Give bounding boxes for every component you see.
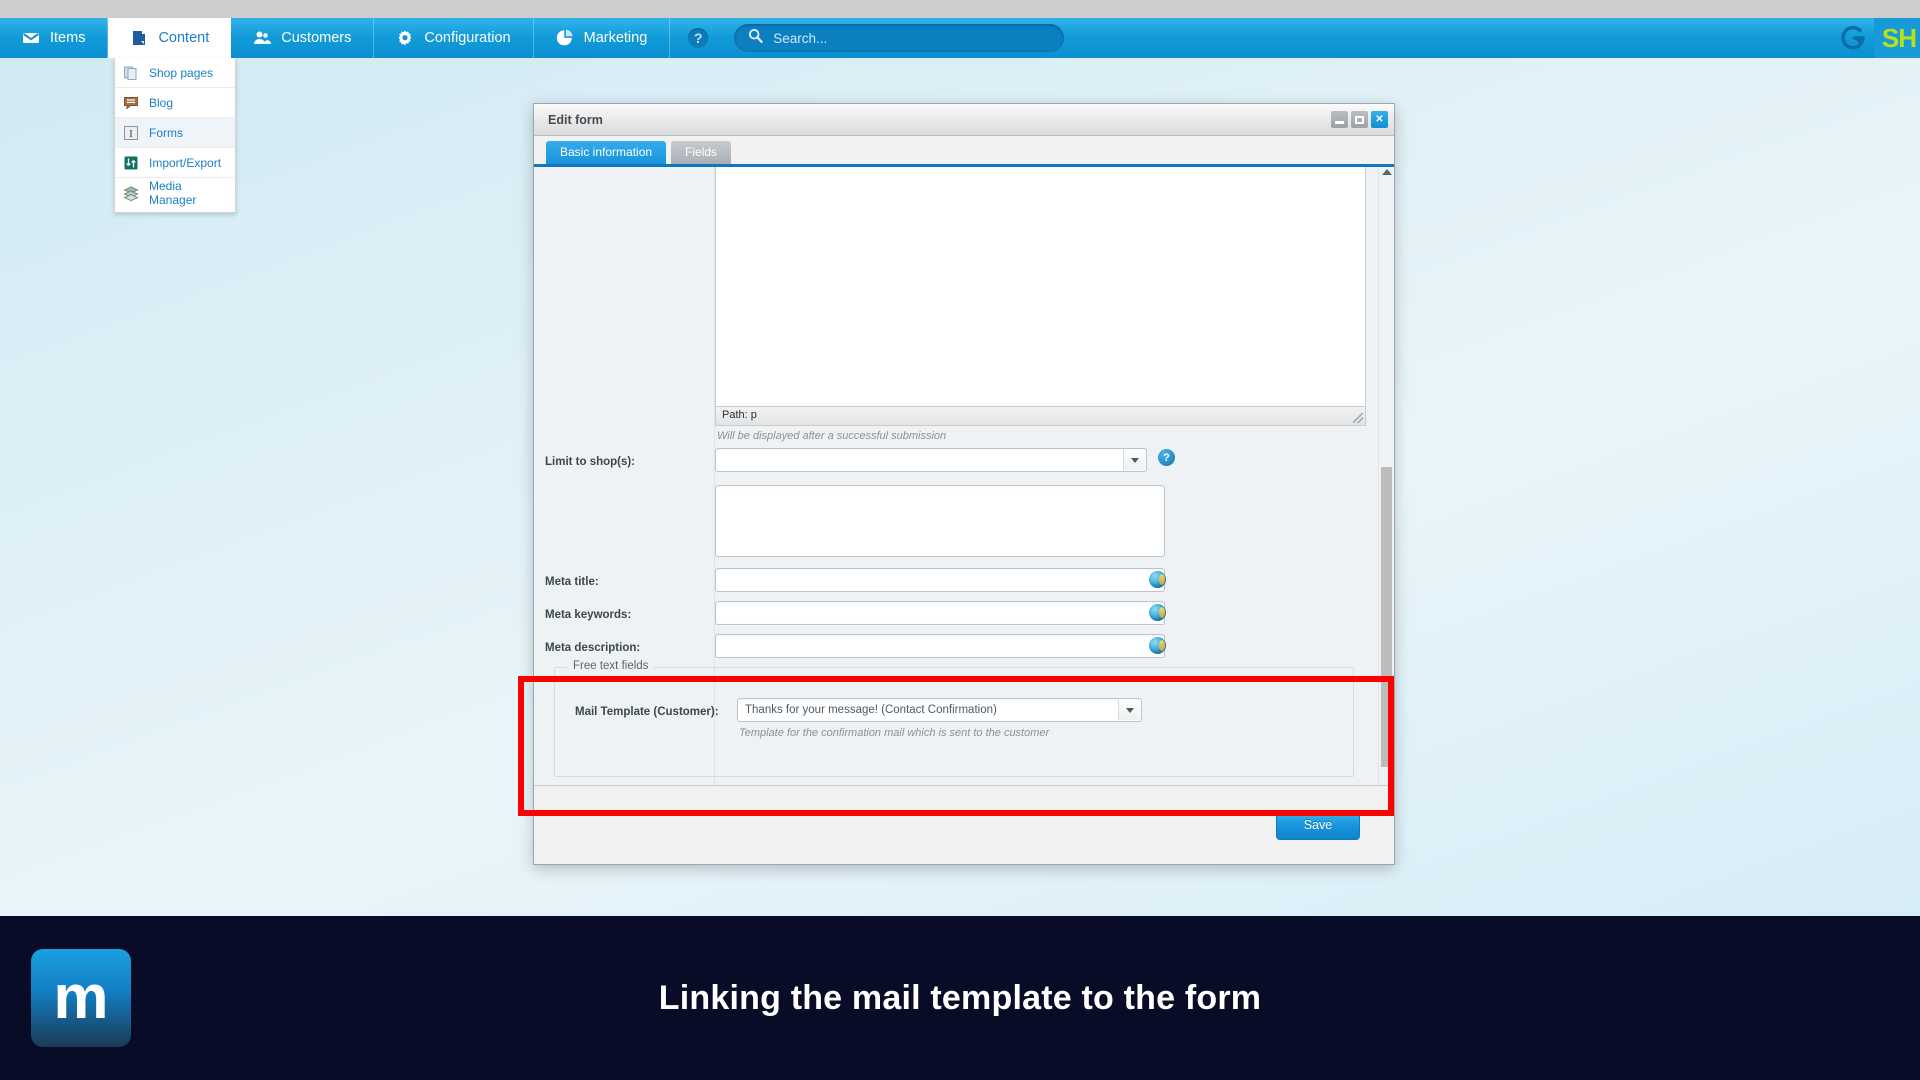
nav-item-marketing[interactable]: Marketing: [534, 18, 671, 58]
meta-description-field[interactable]: [715, 634, 1165, 658]
label-meta-description: Meta description:: [545, 642, 641, 654]
content-dropdown-menu: Shop pages Blog I Forms Import/Export Me…: [114, 58, 236, 213]
label-meta-title: Meta title:: [545, 576, 599, 588]
chevron-down-icon[interactable]: [1118, 700, 1140, 720]
dialog-title: Edit form: [548, 112, 603, 127]
menu-item-import-export[interactable]: Import/Export: [115, 148, 235, 178]
free-text-fields-fieldset: Free text fields Mail Template (Customer…: [554, 660, 1354, 777]
gear-icon: [396, 29, 414, 47]
menu-item-label: Shop pages: [149, 65, 214, 80]
svg-text:I: I: [129, 128, 133, 140]
globe-icon[interactable]: [1149, 637, 1166, 654]
menu-item-label: Forms: [149, 125, 183, 140]
editor-status-bar: Path: p: [715, 407, 1366, 426]
close-icon[interactable]: ✕: [1371, 111, 1388, 128]
help-button[interactable]: ?: [670, 18, 726, 58]
nav-item-label: Items: [50, 30, 86, 46]
nav-item-content[interactable]: Content: [108, 18, 232, 58]
search-icon: [748, 28, 763, 48]
dialog-body: Path: p Will be displayed after a succes…: [534, 167, 1394, 786]
window-chrome-strip: [0, 0, 1920, 18]
application-screen: Items Content Customers Configuration Ma: [0, 0, 1920, 916]
search-placeholder: Search...: [773, 30, 828, 46]
label-mail-template-customer: Mail Template (Customer):: [575, 706, 719, 718]
meta-title-field[interactable]: [715, 568, 1165, 592]
pages-icon: [123, 65, 139, 81]
meta-keywords-field[interactable]: [715, 601, 1165, 625]
window-controls: ✕: [1331, 111, 1388, 128]
bottom-banner: m Linking the mail template to the form: [0, 916, 1920, 1080]
mail-template-customer-select[interactable]: Thanks for your message! (Contact Confir…: [737, 698, 1142, 722]
document-icon: [130, 29, 148, 47]
nav-item-label: Marketing: [583, 30, 648, 46]
tab-basic-information[interactable]: Basic information: [546, 141, 667, 164]
globe-icon[interactable]: [1149, 604, 1166, 621]
rich-text-editor[interactable]: [715, 167, 1366, 407]
nav-item-label: Configuration: [424, 30, 511, 46]
mail-template-customer-value: Thanks for your message! (Contact Confir…: [745, 704, 997, 716]
layers-icon: [123, 185, 139, 202]
menu-item-forms[interactable]: I Forms: [115, 118, 235, 148]
inbox-icon: [22, 29, 40, 47]
transfer-icon: [123, 155, 139, 171]
menu-item-blog[interactable]: Blog: [115, 88, 235, 118]
scroll-up-arrow-icon[interactable]: [1382, 169, 1392, 175]
nav-item-label: Customers: [281, 30, 352, 46]
banner-caption: Linking the mail template to the form: [658, 978, 1262, 1017]
dialog-scrollbar[interactable]: [1378, 167, 1394, 785]
limit-to-shops-help-icon[interactable]: ?: [1158, 449, 1175, 466]
resize-grip-icon[interactable]: [1353, 413, 1363, 423]
menu-item-label: Import/Export: [149, 155, 222, 170]
save-button[interactable]: Save: [1276, 810, 1360, 840]
speech-bubble-icon: [123, 95, 139, 111]
top-navigation-bar: Items Content Customers Configuration Ma: [0, 18, 1920, 58]
mail-template-hint: Template for the confirmation mail which…: [739, 727, 1050, 739]
editor-path-label: Path: p: [722, 409, 757, 421]
scrollbar-thumb[interactable]: [1381, 467, 1392, 767]
shops-listbox[interactable]: [715, 485, 1165, 557]
nav-item-customers[interactable]: Customers: [231, 18, 375, 58]
search-input[interactable]: Search...: [734, 24, 1065, 52]
globe-icon[interactable]: [1149, 571, 1166, 588]
nav-item-label: Content: [158, 30, 210, 46]
label-limit-to-shops: Limit to shop(s):: [545, 456, 636, 468]
dialog-tab-bar: Basic information Fields: [534, 136, 1394, 164]
edit-form-dialog: Edit form ✕ Basic information Fields Pat…: [533, 103, 1395, 865]
menu-item-label: Media Manager: [149, 179, 197, 207]
chevron-down-icon[interactable]: [1123, 450, 1145, 470]
nav-right-group: SH: [1832, 18, 1920, 58]
tab-fields[interactable]: Fields: [671, 141, 732, 164]
minimize-icon[interactable]: [1331, 111, 1348, 128]
menu-item-label: Blog: [149, 95, 174, 110]
nav-item-items[interactable]: Items: [0, 18, 109, 58]
menu-item-media-manager[interactable]: Media Manager: [115, 178, 235, 208]
maximize-icon[interactable]: [1351, 111, 1368, 128]
dialog-title-bar[interactable]: Edit form ✕: [534, 104, 1394, 136]
fieldset-legend: Free text fields: [567, 660, 655, 672]
brand-logo[interactable]: SH: [1832, 18, 1920, 58]
question-mark-icon: ?: [688, 28, 709, 48]
nav-item-configuration[interactable]: Configuration: [374, 18, 534, 58]
dialog-footer: Save: [534, 786, 1394, 864]
editor-hint: Will be displayed after a successful sub…: [717, 430, 947, 442]
shopware-logo-icon: [1832, 18, 1874, 58]
people-icon: [253, 29, 272, 47]
form-field-icon: I: [123, 125, 139, 141]
menu-item-shop-pages[interactable]: Shop pages: [115, 58, 235, 88]
label-meta-keywords: Meta keywords:: [545, 609, 632, 621]
pie-chart-icon: [556, 29, 574, 47]
brand-wordmark: SH: [1873, 18, 1920, 58]
limit-to-shops-select[interactable]: [715, 448, 1147, 472]
